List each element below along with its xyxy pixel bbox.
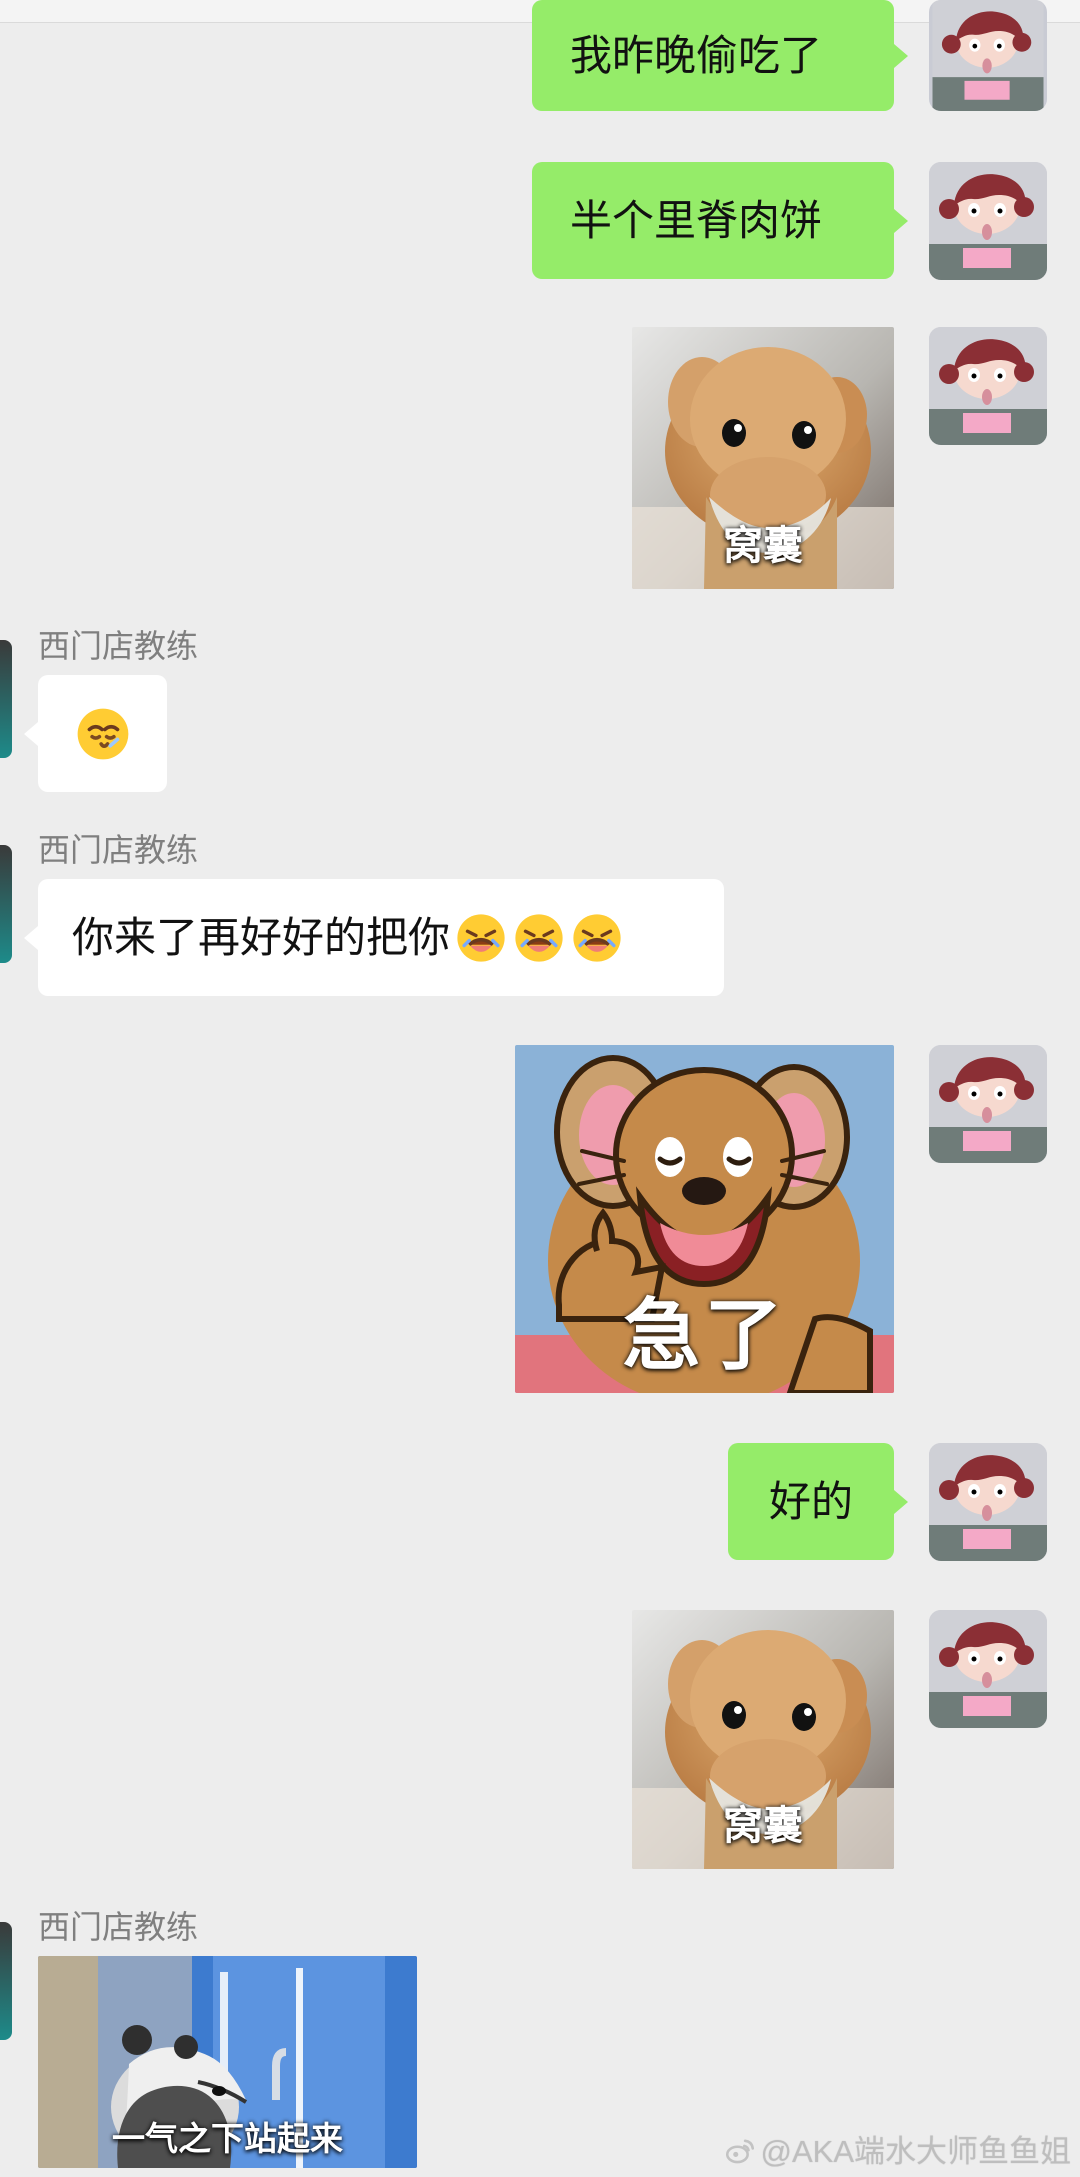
chat-thread: 我昨晚偷吃了 半个里脊肉饼 窝囊 西门店教练 西门店教练 你来了再好好的把你 急… <box>0 0 1080 2177</box>
sender-name: 西门店教练 <box>38 832 199 868</box>
sticker-caption: 一气之下站起来 <box>112 2120 343 2157</box>
relieved-face-emoji <box>74 705 132 763</box>
face-vomiting-emoji <box>570 911 624 965</box>
sticker-caption: 窝囊 <box>723 1804 803 1848</box>
contact-avatar[interactable] <box>0 1922 12 2040</box>
sticker-image-mouse[interactable]: 急了 <box>515 1045 894 1393</box>
user-avatar[interactable] <box>929 0 1047 111</box>
message-text: 我昨晚偷吃了 <box>570 31 823 79</box>
sender-name: 西门店教练 <box>38 628 199 664</box>
user-avatar[interactable] <box>929 327 1047 445</box>
message-text: 好的 <box>768 1477 853 1525</box>
message-bubble-outgoing[interactable]: 好的 <box>728 1443 908 1560</box>
contact-avatar[interactable] <box>0 845 12 963</box>
message-text: 半个里脊肉饼 <box>570 196 823 244</box>
face-vomiting-emoji <box>512 911 566 965</box>
user-avatar[interactable] <box>929 162 1047 280</box>
sender-name: 西门店教练 <box>38 1909 199 1945</box>
sticker-caption: 急了 <box>622 1291 787 1379</box>
weibo-icon <box>723 2134 757 2168</box>
user-avatar[interactable] <box>929 1045 1047 1163</box>
face-vomiting-emoji <box>454 911 508 965</box>
user-avatar[interactable] <box>929 1443 1047 1561</box>
watermark: @AKA端水大师鱼鱼姐 <box>723 2133 1072 2169</box>
sticker-image-opossum[interactable]: 一气之下站起来 <box>38 1956 417 2168</box>
sticker-image-bear[interactable]: 窝囊 <box>632 327 894 589</box>
watermark-text: @AKA端水大师鱼鱼姐 <box>760 2133 1072 2169</box>
message-text: 你来了再好好的把你 <box>72 913 451 961</box>
message-bubble-incoming[interactable] <box>24 675 167 792</box>
user-avatar[interactable] <box>929 1610 1047 1728</box>
sticker-image-bear[interactable]: 窝囊 <box>632 1610 894 1869</box>
message-bubble-incoming[interactable]: 你来了再好好的把你 <box>24 879 724 996</box>
message-bubble-outgoing[interactable]: 半个里脊肉饼 <box>532 162 908 279</box>
message-bubble-outgoing[interactable]: 我昨晚偷吃了 <box>532 0 908 111</box>
contact-avatar[interactable] <box>0 640 12 758</box>
sticker-caption: 窝囊 <box>723 524 803 568</box>
